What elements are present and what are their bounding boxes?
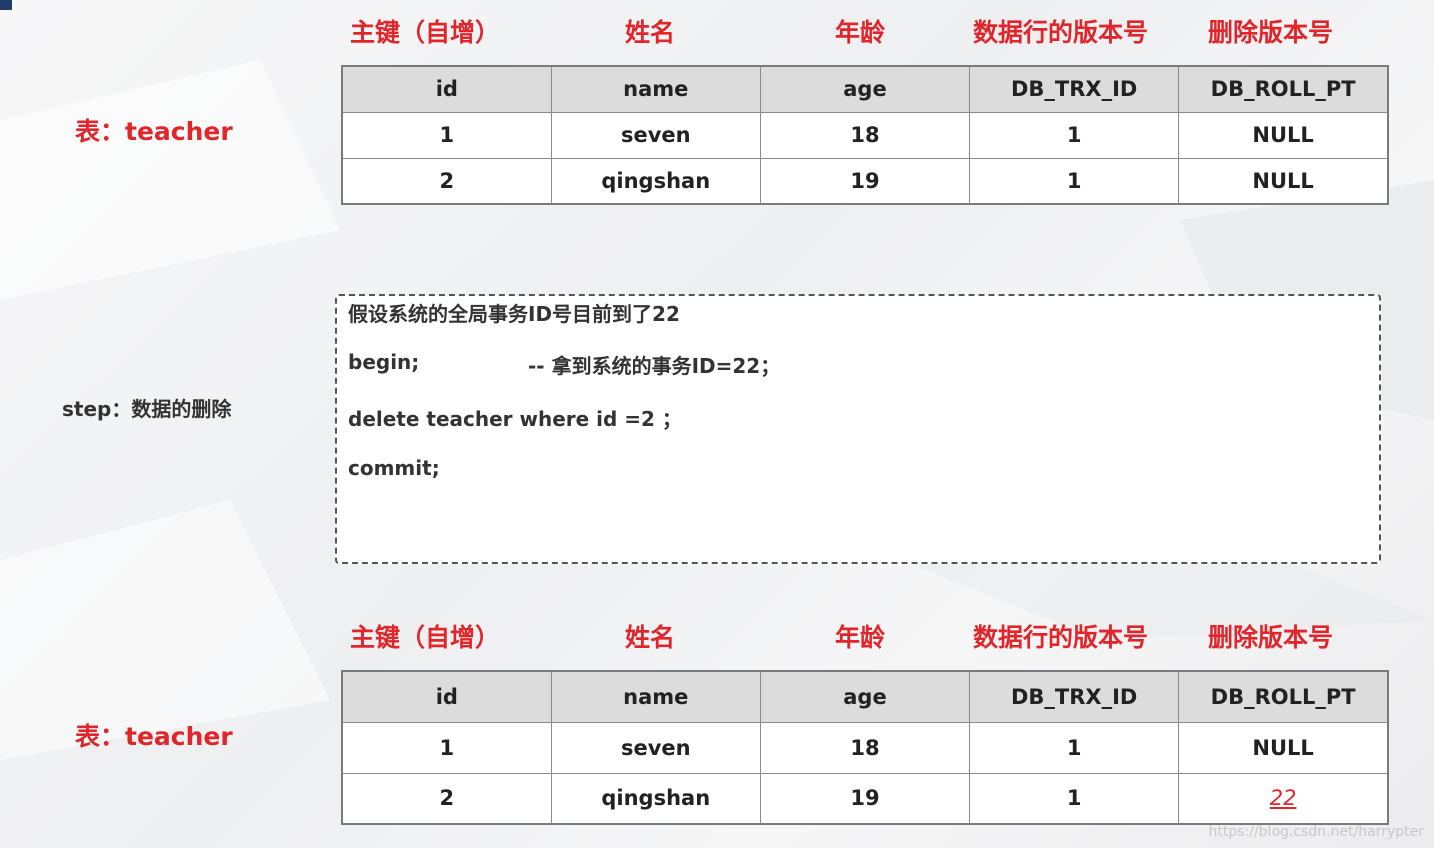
- header-age: 年龄: [835, 623, 886, 652]
- code-begin-comment: -- 拿到系统的事务ID=22；: [528, 354, 781, 378]
- cell: 1: [969, 157, 1180, 205]
- col-db-trx-id: DB_TRX_ID: [969, 65, 1180, 113]
- table-label-2: 表：teacher: [75, 722, 233, 751]
- cell: 2: [341, 772, 552, 825]
- teacher-table-before: id name age DB_TRX_ID DB_ROLL_PT 1 seven…: [341, 65, 1389, 205]
- code-begin-line: begin; -- 拿到系统的事务ID=22；: [348, 350, 780, 378]
- col-db-roll-pt: DB_ROLL_PT: [1178, 670, 1389, 723]
- code-commit: commit;: [348, 456, 440, 480]
- code-note: 假设系统的全局事务ID号目前到了22: [348, 302, 680, 326]
- cell: 2: [341, 157, 552, 205]
- watermark: https://blog.csdn.net/harrypter: [1208, 824, 1424, 840]
- cell: seven: [550, 111, 761, 159]
- header-row-version: 数据行的版本号: [973, 623, 1149, 652]
- col-id: id: [341, 670, 552, 723]
- col-age: age: [759, 65, 971, 113]
- cell: 1: [341, 721, 552, 774]
- delete-version-value: 22: [1269, 786, 1297, 811]
- code-delete: delete teacher where id =2 ；: [348, 407, 682, 431]
- col-id: id: [341, 65, 552, 113]
- cell: NULL: [1178, 111, 1389, 159]
- cell: NULL: [1178, 721, 1389, 774]
- header-primary-key: 主键（自增）: [350, 623, 501, 652]
- table-header-row: id name age DB_TRX_ID DB_ROLL_PT: [341, 65, 1389, 113]
- table-row: 2 qingshan 19 1 22: [341, 772, 1389, 825]
- code-begin: begin;: [348, 350, 420, 374]
- table-row: 2 qingshan 19 1 NULL: [341, 157, 1389, 205]
- header-delete-version: 删除版本号: [1208, 623, 1334, 652]
- cell: qingshan: [550, 157, 761, 205]
- corner-accent: [0, 0, 12, 10]
- step-label: step：数据的删除: [62, 397, 232, 421]
- teacher-table-after: id name age DB_TRX_ID DB_ROLL_PT 1 seven…: [341, 670, 1389, 825]
- sql-code-box: 假设系统的全局事务ID号目前到了22 begin; -- 拿到系统的事务ID=2…: [335, 294, 1381, 564]
- header-row-version: 数据行的版本号: [973, 18, 1149, 47]
- cell: seven: [550, 721, 761, 774]
- table-header-row: id name age DB_TRX_ID DB_ROLL_PT: [341, 670, 1389, 723]
- header-name: 姓名: [625, 18, 676, 47]
- col-age: age: [759, 670, 971, 723]
- col-name: name: [550, 65, 761, 113]
- table-row: 1 seven 18 1 NULL: [341, 111, 1389, 159]
- cell: 19: [759, 157, 971, 205]
- cell: qingshan: [550, 772, 761, 825]
- header-delete-version: 删除版本号: [1208, 18, 1334, 47]
- cell: 19: [759, 772, 971, 825]
- cell: 1: [969, 111, 1180, 159]
- header-age: 年龄: [835, 18, 886, 47]
- cell: NULL: [1178, 157, 1389, 205]
- cell: 1: [969, 772, 1180, 825]
- header-name: 姓名: [625, 623, 676, 652]
- header-primary-key: 主键（自增）: [350, 18, 501, 47]
- col-db-roll-pt: DB_ROLL_PT: [1178, 65, 1389, 113]
- cell: 1: [341, 111, 552, 159]
- cell: 18: [759, 111, 971, 159]
- table-label-1: 表：teacher: [75, 117, 233, 146]
- col-name: name: [550, 670, 761, 723]
- col-db-trx-id: DB_TRX_ID: [969, 670, 1180, 723]
- cell: 18: [759, 721, 971, 774]
- cell: 1: [969, 721, 1180, 774]
- cell-delete-version-highlight: 22: [1178, 772, 1389, 825]
- table-row: 1 seven 18 1 NULL: [341, 721, 1389, 774]
